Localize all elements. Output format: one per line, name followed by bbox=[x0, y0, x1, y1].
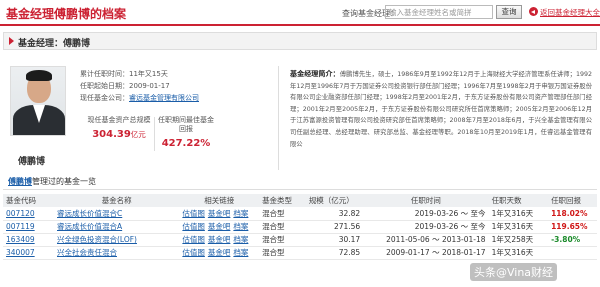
query-button[interactable]: 查询 bbox=[496, 5, 522, 19]
fund-size: 32.82 bbox=[305, 207, 364, 221]
stat-divider bbox=[154, 117, 155, 151]
fund-code-link[interactable]: 007120 bbox=[6, 209, 35, 218]
section-title: 基金经理：傅鹏博 bbox=[18, 39, 91, 49]
valuation-chart-link[interactable]: 估值图 bbox=[182, 222, 205, 231]
fund-profile-link[interactable]: 档案 bbox=[233, 248, 248, 257]
aum-label: 现任基金资产总规模 bbox=[87, 116, 151, 124]
fund-days: 1年又316天 bbox=[488, 220, 549, 234]
fund-code-link[interactable]: 163409 bbox=[6, 235, 35, 244]
manager-info: 累计任职时间：11年又15天 任职起始日期：2009-01-17 现任基金公司：… bbox=[80, 68, 199, 104]
back-arrow-icon[interactable] bbox=[529, 7, 538, 16]
fund-size: 30.17 bbox=[305, 233, 364, 247]
table-row: 340007 兴全社会责任混合 估值图 基金吧 档案 混合型 72.85 2009-01-17… bbox=[3, 246, 597, 260]
fund-size: 271.56 bbox=[305, 220, 364, 234]
fund-days: 1年又316天 bbox=[488, 246, 549, 260]
header-days: 任职天数 bbox=[488, 194, 549, 207]
company-link[interactable]: 睿远基金管理有限公司 bbox=[129, 94, 199, 102]
aum-value: 304.39 bbox=[92, 129, 131, 140]
fund-type: 混合型 bbox=[259, 246, 306, 260]
valuation-chart-link[interactable]: 估值图 bbox=[182, 209, 205, 218]
valuation-chart-link[interactable]: 估值图 bbox=[182, 235, 205, 244]
header-code: 基金代码 bbox=[3, 194, 54, 207]
fund-profile-link[interactable]: 档案 bbox=[233, 209, 248, 218]
fund-code-link[interactable]: 007119 bbox=[6, 222, 35, 231]
bio-label: 基金经理简介： bbox=[290, 70, 340, 78]
start-date-text: 任职起始日期：2009-01-17 bbox=[80, 82, 170, 90]
aum-unit: 亿元 bbox=[130, 130, 146, 139]
fund-list-title: 傅鹏博管理过的基金一览 bbox=[8, 176, 96, 187]
header-period: 任职时间 bbox=[363, 194, 489, 207]
fund-type: 混合型 bbox=[259, 233, 306, 247]
fund-type: 混合型 bbox=[259, 207, 306, 221]
fund-list-title-text: 管理过的基金一览 bbox=[32, 177, 96, 186]
fund-forum-link[interactable]: 基金吧 bbox=[208, 222, 231, 231]
manager-name: 傅鹏博 bbox=[18, 157, 46, 167]
best-return-value: 427.22% bbox=[161, 138, 211, 149]
fund-table: 基金代码 基金名称 相关链接 基金类型 规模（亿元） 任职时间 任职天数 任职回… bbox=[3, 194, 597, 260]
fund-days: 1年又316天 bbox=[488, 207, 549, 221]
bio-text: 傅鹏博先生，硕士，1986年9月至1992年12月于上海财经大学经济管理系任讲师… bbox=[290, 71, 592, 148]
divider bbox=[3, 189, 597, 190]
table-header-row: 基金代码 基金名称 相关链接 基金类型 规模（亿元） 任职时间 任职天数 任职回… bbox=[3, 194, 597, 207]
fund-period: 2011-05-06 ～ 2013-01-18 bbox=[363, 233, 489, 247]
best-return-stat: 任职期间最佳基金回报 427.22% bbox=[158, 116, 214, 149]
fund-return: 119.65% bbox=[548, 220, 597, 234]
header-links: 相关链接 bbox=[179, 194, 260, 207]
page-header: 基金经理傅鹏博的档案 查询基金经理： 输入基金经理姓名或简拼 查询 返回基金经理… bbox=[0, 0, 600, 26]
table-row: 007120 睿远成长价值混合C 估值图 基金吧 档案 混合型 32.82 2019-03-2… bbox=[3, 207, 597, 221]
fund-period: 2009-01-17 ～ 2018-01-17 bbox=[363, 246, 489, 260]
fund-size: 72.85 bbox=[305, 246, 364, 260]
watermark: 头条@Vina财经 bbox=[470, 263, 558, 281]
header-type: 基金类型 bbox=[259, 194, 306, 207]
tenure-text: 累计任职时间：11年又15天 bbox=[80, 70, 168, 78]
fund-name-link[interactable]: 兴全绿色投资混合(LOF) bbox=[57, 235, 137, 244]
section-header: 基金经理：傅鹏博 bbox=[3, 32, 597, 50]
table-row: 163409 兴全绿色投资混合(LOF) 估值图 基金吧 档案 混合型 30.17 2011-… bbox=[3, 233, 597, 247]
fund-period: 2019-03-26 ～ 至今 bbox=[363, 220, 489, 234]
fund-forum-link[interactable]: 基金吧 bbox=[208, 248, 231, 257]
fund-name-link[interactable]: 睿远成长价值混合A bbox=[57, 222, 122, 231]
fund-profile-link[interactable]: 档案 bbox=[233, 235, 248, 244]
back-to-managers-link[interactable]: 返回基金经理大全 bbox=[540, 7, 600, 18]
fund-period: 2019-03-26 ～ 至今 bbox=[363, 207, 489, 221]
manager-bio: 基金经理简介：傅鹏博先生，硕士，1986年9月至1992年12月于上海财经大学经… bbox=[290, 69, 592, 150]
company-label: 现任基金公司： bbox=[80, 94, 129, 102]
aum-stat: 现任基金资产总规模 304.39亿元 bbox=[86, 116, 152, 140]
fund-name-link[interactable]: 兴全社会责任混合 bbox=[57, 248, 117, 257]
fund-return: 118.02% bbox=[548, 207, 597, 221]
fund-return: -3.80% bbox=[548, 233, 597, 247]
fund-forum-link[interactable]: 基金吧 bbox=[208, 209, 231, 218]
manager-name-link[interactable]: 傅鹏博 bbox=[8, 177, 32, 186]
fund-type: 混合型 bbox=[259, 220, 306, 234]
fund-return bbox=[548, 246, 597, 260]
manager-photo bbox=[10, 66, 66, 136]
fund-days: 1年又258天 bbox=[488, 233, 549, 247]
best-return-label: 任职期间最佳基金回报 bbox=[158, 116, 214, 133]
table-row: 007119 睿远成长价值混合A 估值图 基金吧 档案 混合型 271.56 2019-03-… bbox=[3, 220, 597, 234]
section-arrow-icon bbox=[9, 37, 14, 45]
fund-code-link[interactable]: 340007 bbox=[6, 248, 35, 257]
header-size: 规模（亿元） bbox=[305, 194, 364, 207]
valuation-chart-link[interactable]: 估值图 bbox=[182, 248, 205, 257]
page-title: 基金经理傅鹏博的档案 bbox=[6, 7, 127, 21]
manager-search-input[interactable]: 输入基金经理姓名或简拼 bbox=[385, 5, 493, 19]
fund-name-link[interactable]: 睿远成长价值混合C bbox=[57, 209, 122, 218]
header-name: 基金名称 bbox=[54, 194, 180, 207]
vertical-divider bbox=[278, 66, 279, 170]
fund-forum-link[interactable]: 基金吧 bbox=[208, 235, 231, 244]
header-return: 任职回报 bbox=[548, 194, 597, 207]
fund-profile-link[interactable]: 档案 bbox=[233, 222, 248, 231]
